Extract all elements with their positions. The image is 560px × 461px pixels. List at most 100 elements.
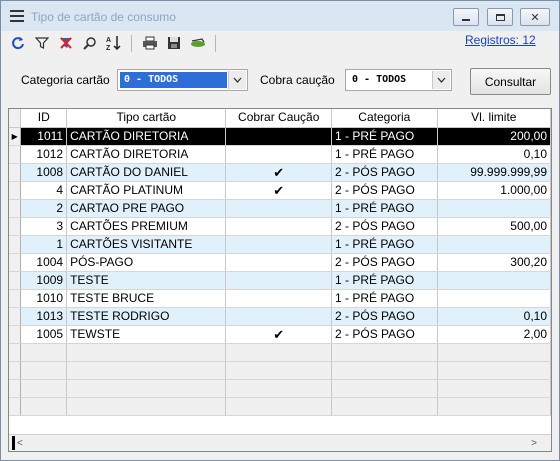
cell-tipo: CARTÃO PLATINUM: [66, 181, 227, 200]
window-title: Tipo de cartão de consumo: [31, 10, 176, 24]
row-indicator[interactable]: [9, 217, 22, 236]
cell-id: 1011: [20, 127, 68, 146]
empty-row: [9, 397, 551, 416]
horizontal-scrollbar[interactable]: < >: [9, 434, 551, 451]
chevron-down-icon[interactable]: [228, 71, 246, 89]
cell-id: 2: [20, 199, 68, 218]
row-indicator[interactable]: [9, 181, 22, 200]
cell-tipo: CARTÃO DO DANIEL: [66, 163, 227, 182]
cell-tipo: CARTAO PRE PAGO: [66, 199, 227, 218]
chevron-down-icon[interactable]: [432, 71, 450, 89]
cell-limite: 0,10: [437, 307, 551, 326]
cell-tipo: TESTE RODRIGO: [66, 307, 227, 326]
cell-limite: 1.000,00: [437, 181, 551, 200]
filter-icon[interactable]: [33, 34, 51, 52]
cell-caucao: [225, 271, 333, 290]
table-row[interactable]: 1005 TEWSTE ✔ 2 - PÓS PAGO 2,00: [9, 325, 551, 344]
categoria-select-value: 0 - TODOS: [120, 72, 227, 88]
cell-caucao: [225, 127, 333, 146]
cell-tipo: PÓS-PAGO: [66, 253, 227, 272]
data-grid[interactable]: ID Tipo cartão Cobrar Caução Categoria V…: [8, 108, 552, 452]
minimize-icon: [462, 19, 470, 21]
column-header-categoria[interactable]: Categoria: [331, 109, 438, 128]
table-row[interactable]: 1010 TESTE BRUCE 1 - PRÉ PAGO: [9, 289, 551, 308]
export-icon[interactable]: [189, 34, 207, 52]
cell-id: 1: [20, 235, 68, 254]
save-icon[interactable]: [165, 34, 183, 52]
empty-row: [9, 343, 551, 362]
table-row[interactable]: 1013 TESTE RODRIGO 2 - PÓS PAGO 0,10: [9, 307, 551, 326]
refresh-icon[interactable]: [9, 34, 27, 52]
cell-categoria: 2 - PÓS PAGO: [331, 163, 438, 182]
row-indicator[interactable]: ▶: [9, 127, 22, 146]
row-indicator[interactable]: [9, 235, 22, 254]
row-indicator[interactable]: [9, 325, 22, 344]
table-row[interactable]: 1012 CARTÃO DIRETORIA 1 - PRÉ PAGO 0,10: [9, 145, 551, 164]
cell-tipo: CARTÕES VISITANTE: [66, 235, 227, 254]
app-window: Tipo de cartão de consumo ✕ AZ Registros…: [0, 0, 560, 461]
cell-limite: 500,00: [437, 217, 551, 236]
cell-categoria: 2 - PÓS PAGO: [331, 325, 438, 344]
cell-caucao: [225, 235, 333, 254]
clear-filter-icon[interactable]: [57, 34, 75, 52]
row-indicator[interactable]: [9, 307, 22, 326]
scroll-left-icon[interactable]: <: [17, 438, 23, 449]
cell-tipo: CARTÃO DIRETORIA: [66, 145, 227, 164]
caucao-select-value: 0 - TODOS: [352, 74, 407, 85]
table-row[interactable]: 1008 CARTÃO DO DANIEL ✔ 2 - PÓS PAGO 99.999.…: [9, 163, 551, 182]
cell-categoria: 2 - PÓS PAGO: [331, 253, 438, 272]
table-row[interactable]: 1 CARTÕES VISITANTE 1 - PRÉ PAGO: [9, 235, 551, 254]
grid-header: ID Tipo cartão Cobrar Caução Categoria V…: [9, 109, 551, 128]
column-header-caucao[interactable]: Cobrar Caução: [225, 109, 333, 128]
empty-row: [9, 379, 551, 398]
close-button[interactable]: ✕: [520, 8, 550, 26]
svg-text:Z: Z: [106, 45, 111, 51]
print-icon[interactable]: [141, 34, 159, 52]
cell-caucao: [225, 199, 333, 218]
cell-categoria: 1 - PRÉ PAGO: [331, 127, 438, 146]
table-row[interactable]: 4 CARTÃO PLATINUM ✔ 2 - PÓS PAGO 1.000,00: [9, 181, 551, 200]
row-indicator[interactable]: [9, 163, 22, 182]
categoria-select[interactable]: 0 - TODOS: [117, 69, 248, 91]
row-indicator[interactable]: [9, 253, 22, 272]
scroll-right-icon[interactable]: >: [531, 438, 537, 449]
cell-caucao: [225, 289, 333, 308]
table-row[interactable]: 3 CARTÕES PREMIUM 2 - PÓS PAGO 500,00: [9, 217, 551, 236]
table-row[interactable]: 1009 TESTE 1 - PRÉ PAGO: [9, 271, 551, 290]
categoria-label: Categoria cartão: [21, 73, 110, 87]
table-row[interactable]: 2 CARTAO PRE PAGO 1 - PRÉ PAGO: [9, 199, 551, 218]
cell-limite: [437, 271, 551, 290]
cell-id: 1004: [20, 253, 68, 272]
title-bar: Tipo de cartão de consumo ✕: [1, 1, 559, 31]
sort-icon[interactable]: AZ: [105, 34, 123, 52]
cell-id: 1009: [20, 271, 68, 290]
row-indicator[interactable]: [9, 145, 22, 164]
table-row[interactable]: ▶ 1011 CARTÃO DIRETORIA 1 - PRÉ PAGO 200,00: [9, 127, 551, 146]
cell-limite: 99.999.999,99: [437, 163, 551, 182]
cell-caucao: [225, 217, 333, 236]
cell-tipo: TESTE BRUCE: [66, 289, 227, 308]
close-icon: ✕: [530, 11, 540, 24]
search-icon[interactable]: [81, 34, 99, 52]
cell-caucao: [225, 145, 333, 164]
cell-tipo: CARTÃO DIRETORIA: [66, 127, 227, 146]
hamburger-menu-icon[interactable]: [10, 10, 24, 22]
column-header-limite[interactable]: Vl. limite: [437, 109, 551, 128]
row-indicator[interactable]: [9, 199, 22, 218]
cell-categoria: 1 - PRÉ PAGO: [331, 235, 438, 254]
minimize-button[interactable]: [453, 8, 479, 26]
maximize-button[interactable]: [487, 8, 513, 26]
cell-caucao: [225, 307, 333, 326]
record-count-link[interactable]: Registros: 12: [465, 33, 536, 47]
column-header-tipo[interactable]: Tipo cartão: [66, 109, 227, 128]
cell-limite: [437, 289, 551, 308]
column-header-id[interactable]: ID: [20, 109, 68, 128]
row-indicator[interactable]: [9, 289, 22, 308]
row-indicator[interactable]: [9, 271, 22, 290]
maximize-icon: [495, 13, 505, 21]
cell-id: 4: [20, 181, 68, 200]
consultar-button[interactable]: Consultar: [470, 68, 551, 95]
caucao-select[interactable]: 0 - TODOS: [345, 69, 452, 91]
cell-caucao: ✔: [225, 163, 333, 182]
table-row[interactable]: 1004 PÓS-PAGO 2 - PÓS PAGO 300,20: [9, 253, 551, 272]
